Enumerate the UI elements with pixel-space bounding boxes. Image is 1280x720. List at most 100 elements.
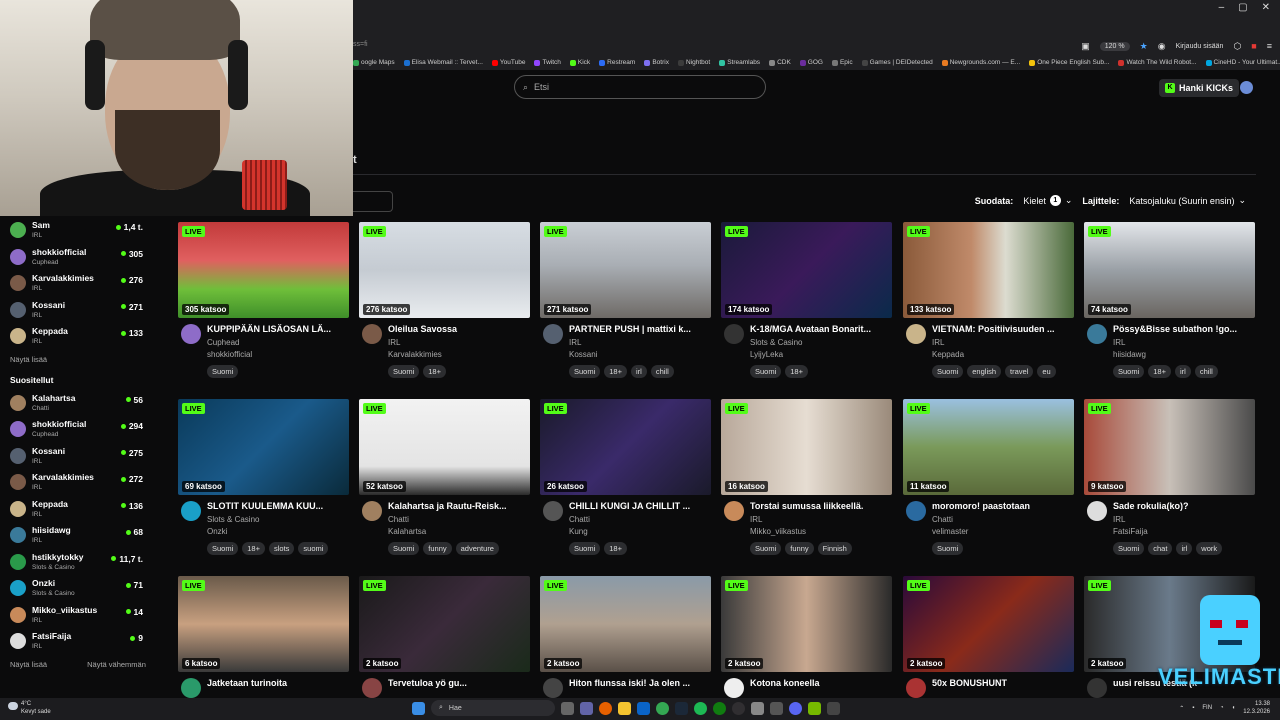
- sidebar-channel-item[interactable]: shokkiofficial Cuphead 305: [10, 245, 175, 272]
- stream-card[interactable]: LIVE 52 katsoo Kalahartsa ja Rautu-Reisk…: [359, 399, 530, 569]
- reader-icon[interactable]: ▣: [1081, 41, 1090, 52]
- sidebar-channel-item[interactable]: hiisidawg IRL 68: [10, 523, 175, 550]
- stream-thumbnail[interactable]: LIVE 174 katsoo: [721, 222, 892, 318]
- avatar[interactable]: [543, 678, 563, 698]
- bookmark-item[interactable]: Kick: [569, 59, 590, 66]
- tag-chip[interactable]: 18+: [1148, 365, 1171, 378]
- obs-icon[interactable]: [732, 701, 745, 715]
- stream-title[interactable]: Sade rokulia(ko)?: [1113, 501, 1253, 511]
- tag-chip[interactable]: Suomi: [932, 365, 964, 378]
- show-more-link[interactable]: Näytä lisää: [10, 351, 175, 369]
- bookmark-item[interactable]: oogle Maps: [353, 59, 395, 66]
- tag-chip[interactable]: irl: [1176, 542, 1193, 555]
- show-more-label[interactable]: Näytä lisää: [10, 355, 47, 364]
- tag-chip[interactable]: Finnish: [817, 542, 852, 555]
- tag-chip[interactable]: Suomi: [569, 365, 601, 378]
- stream-category[interactable]: Chatti: [932, 515, 953, 524]
- tag-chip[interactable]: Suomi: [932, 542, 964, 555]
- discord-icon[interactable]: [789, 701, 802, 715]
- tag-chip[interactable]: adventure: [455, 542, 499, 555]
- avatar[interactable]: [724, 501, 744, 521]
- stream-category[interactable]: Chatti: [569, 515, 590, 524]
- streamer-name[interactable]: Onzki: [207, 527, 227, 536]
- sidebar-channel-item[interactable]: Kossani IRL 271: [10, 298, 175, 325]
- sidebar-channel-item[interactable]: FatsiFaija IRL 9: [10, 629, 175, 656]
- stream-card[interactable]: LIVE 276 katsoo Oleilua Savossa IRL Karv…: [359, 222, 530, 392]
- stream-category[interactable]: Cuphead: [207, 338, 239, 347]
- stream-card[interactable]: LIVE 174 katsoo K-18/MGA Avataan Bonarit…: [721, 222, 892, 392]
- streamer-name[interactable]: hiisidawg: [1113, 350, 1146, 359]
- stream-title[interactable]: Tervetuloa yö gu...: [388, 678, 528, 688]
- avatar[interactable]: [543, 501, 563, 521]
- stream-thumbnail[interactable]: LIVE 69 katsoo: [178, 399, 349, 495]
- sidebar-channel-item[interactable]: hstikkytokky Slots & Casino 11,7 t.: [10, 550, 175, 577]
- stream-title[interactable]: Torstai sumussa liikkeellä.: [750, 501, 890, 511]
- tag-chip[interactable]: 18+: [423, 365, 446, 378]
- task-view-icon[interactable]: [561, 701, 574, 715]
- bookmark-item[interactable]: GOG: [799, 59, 823, 66]
- tag-chip[interactable]: chat: [1148, 542, 1173, 555]
- tag-chip[interactable]: chill: [1194, 365, 1218, 378]
- stream-card[interactable]: LIVE 26 katsoo CHILLI KUNGI JA CHILLIT .…: [540, 399, 711, 569]
- extensions-icon[interactable]: ⬡: [1233, 41, 1241, 52]
- tag-chip[interactable]: irl: [631, 365, 647, 378]
- steam-icon[interactable]: [675, 701, 688, 715]
- app-icon[interactable]: [770, 701, 783, 715]
- avatar[interactable]: [181, 324, 201, 344]
- stream-title[interactable]: VIETNAM: Positiivisuuden ...: [932, 324, 1072, 334]
- stream-thumbnail[interactable]: LIVE 271 katsoo: [540, 222, 711, 318]
- xbox-icon[interactable]: [713, 701, 726, 715]
- tag-chip[interactable]: Suomi: [1113, 542, 1145, 555]
- avatar[interactable]: [181, 501, 201, 521]
- stream-category[interactable]: Slots & Casino: [750, 338, 802, 347]
- streamer-name[interactable]: velimaster: [932, 527, 968, 536]
- stream-title[interactable]: Hiton flunssa iski! Ja olen ...: [569, 678, 709, 688]
- teams-icon[interactable]: [580, 701, 593, 715]
- stream-category[interactable]: IRL: [388, 338, 400, 347]
- avatar[interactable]: [1087, 501, 1107, 521]
- tag-chip[interactable]: Suomi: [388, 365, 420, 378]
- languages-dropdown[interactable]: Kielet 1 ⌄: [1019, 193, 1076, 208]
- bookmark-item[interactable]: Epic: [831, 59, 853, 66]
- bookmark-item[interactable]: CDK: [769, 59, 791, 66]
- stream-thumbnail[interactable]: LIVE 2 katsoo: [903, 576, 1074, 672]
- stream-title[interactable]: Kalahartsa ja Rautu-Reisk...: [388, 501, 528, 511]
- star-icon[interactable]: ★: [1140, 41, 1148, 52]
- stream-title[interactable]: Pössy&Bisse subathon !go...: [1113, 324, 1253, 334]
- weather-widget[interactable]: 4°C Kevyt sade: [8, 700, 51, 716]
- stream-category[interactable]: Slots & Casino: [207, 515, 259, 524]
- sidebar-channel-item[interactable]: Kossani IRL 275: [10, 444, 175, 471]
- stream-title[interactable]: Kotona koneella: [750, 678, 890, 688]
- avatar[interactable]: [543, 324, 563, 344]
- stream-card[interactable]: LIVE 305 katsoo KUPPIPÄÄN LISÄOSAN LÄ...…: [178, 222, 349, 392]
- stream-thumbnail[interactable]: LIVE 2 katsoo: [359, 576, 530, 672]
- tag-chip[interactable]: 18+: [785, 365, 808, 378]
- stream-title[interactable]: 50x BONUSHUNT: [932, 678, 1072, 688]
- tag-chip[interactable]: funny: [785, 542, 814, 555]
- bookmark-item[interactable]: YouTube: [491, 59, 525, 66]
- extension-icon[interactable]: ■: [1251, 41, 1256, 51]
- streamer-name[interactable]: shokkiofficial: [207, 350, 252, 359]
- sidebar-channel-item[interactable]: Karvalakkimies IRL 276: [10, 271, 175, 298]
- bookmark-item[interactable]: Games | DEIDetected: [861, 59, 933, 66]
- mail-icon[interactable]: [637, 701, 650, 715]
- taskbar-search[interactable]: ⌕ Hae: [431, 700, 555, 716]
- tag-chip[interactable]: Suomi: [207, 365, 239, 378]
- tag-chip[interactable]: Suomi: [388, 542, 420, 555]
- bookmark-item[interactable]: Elisa Webmail :: Tervet...: [403, 59, 483, 66]
- maximize-button[interactable]: ▢: [1238, 2, 1247, 13]
- avatar[interactable]: [724, 678, 744, 698]
- sort-dropdown[interactable]: Katsojaluku (Suurin ensin) ⌄: [1125, 193, 1250, 208]
- avatar[interactable]: [1087, 324, 1107, 344]
- tag-chip[interactable]: Suomi: [750, 365, 782, 378]
- stream-card[interactable]: LIVE 16 katsoo Torstai sumussa liikkeell…: [721, 399, 892, 569]
- sidebar-channel-item[interactable]: Keppada IRL 133: [10, 324, 175, 351]
- search-input[interactable]: ⌕ Etsi: [514, 75, 766, 99]
- stream-category[interactable]: IRL: [1113, 338, 1125, 347]
- tag-chip[interactable]: english: [967, 365, 1002, 378]
- sidebar-channel-item[interactable]: Mikko_viikastus IRL 14: [10, 603, 175, 630]
- stream-category[interactable]: Chatti: [388, 515, 409, 524]
- stream-thumbnail[interactable]: LIVE 74 katsoo: [1084, 222, 1255, 318]
- tag-chip[interactable]: 18+: [604, 365, 627, 378]
- tag-chip[interactable]: 18+: [604, 542, 627, 555]
